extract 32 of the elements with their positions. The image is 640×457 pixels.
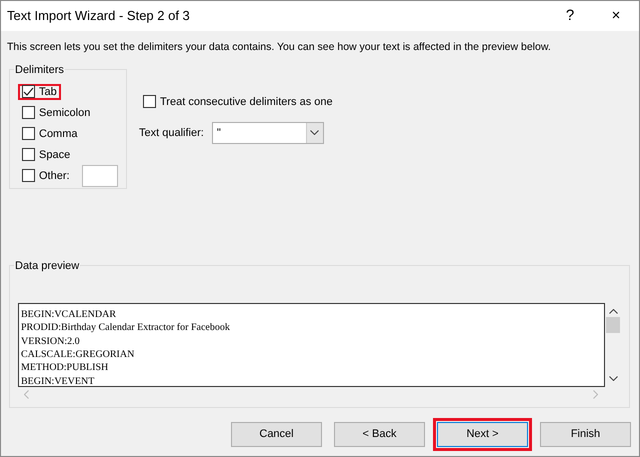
scroll-up-icon[interactable] [608,308,618,314]
preview-line: BEGIN:VEVENT [21,374,96,386]
checkbox-label[interactable]: Treat consecutive delimiters as one [160,94,333,110]
scroll-down-icon[interactable] [608,376,618,381]
qualifier-dropdown[interactable]: " [212,122,324,144]
checkbox-label[interactable]: Comma [39,126,78,142]
checkbox[interactable] [22,85,35,98]
checkbox-label[interactable]: Other: [39,168,70,184]
close-button[interactable]: × [593,4,639,28]
scrollbar-thumb[interactable] [606,316,620,333]
checkbox[interactable] [22,148,35,162]
preview-line: BEGIN:VCALENDAR [21,308,117,322]
checkbox[interactable] [22,127,35,140]
window-title: Text Import Wizard - Step 2 of 3 [7,7,191,26]
checkbox[interactable] [143,95,156,108]
checkbox-label[interactable]: Tab [39,84,57,100]
checkbox[interactable] [22,106,35,120]
help-button[interactable]: ? [547,4,593,28]
checkbox-label[interactable]: Semicolon [39,104,90,121]
chevron-down-icon [310,130,320,136]
checkbox-label[interactable]: Space [39,146,70,163]
wizard-button[interactable]: Finish [540,422,631,447]
wizard-button[interactable]: < Back [334,422,425,447]
wizard-button[interactable]: Cancel [231,422,322,447]
preview-line: METHOD:PUBLISH [21,361,110,375]
description-text: This screen lets you set the delimiters your data contains. You can see how your text is affected in the preview below. [6,40,552,55]
other-field[interactable] [82,164,118,187]
preview-line: VERSION:2.0 [21,334,81,348]
preview-line: PRODID:Birthday Calendar Extractor for Facebook [21,321,231,335]
checkbox[interactable] [22,169,35,182]
preview-line: CALSCALE:GREGORIAN [21,348,136,362]
field-label: Text qualifier: [139,126,204,140]
